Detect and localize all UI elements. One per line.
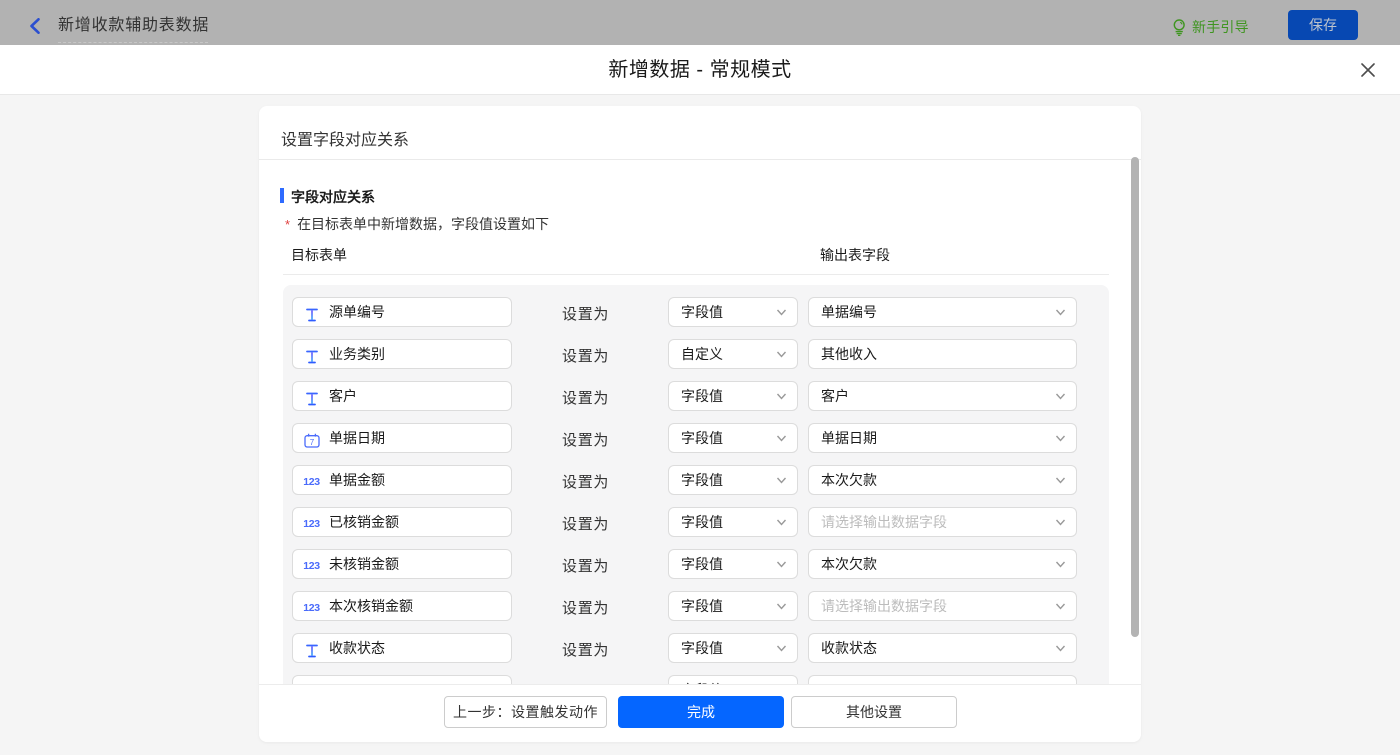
svg-text:7: 7 bbox=[309, 438, 314, 447]
